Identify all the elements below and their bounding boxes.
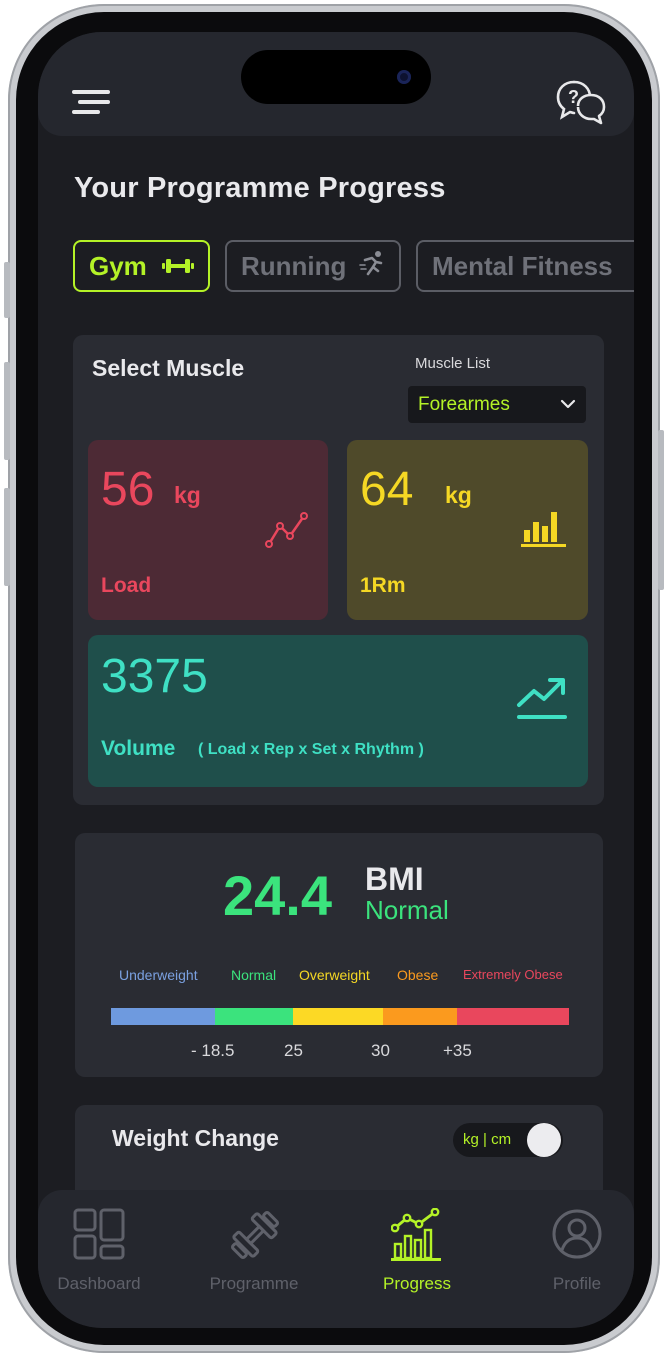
dynamic-island — [241, 50, 431, 104]
bmi-category-normal: Normal — [231, 967, 277, 983]
tab-gym[interactable]: Gym — [73, 240, 210, 292]
volume-formula: ( Load x Rep x Set x Rhythm ) — [198, 741, 424, 758]
unit-toggle[interactable]: kg | cm — [453, 1123, 563, 1157]
bmi-scale-tick: 25 — [284, 1041, 303, 1060]
bmi-status: Normal — [365, 895, 449, 925]
progress-chart-icon — [391, 1208, 441, 1261]
unit-toggle-label: kg | cm — [463, 1131, 512, 1148]
bmi-scale-tick: - 18.5 — [191, 1041, 235, 1060]
dashboard-grid-icon — [73, 1208, 125, 1260]
tab-label: Running — [241, 250, 347, 281]
user-profile-icon — [552, 1209, 602, 1259]
nav-item-dashboard[interactable]: Dashboard — [38, 1190, 169, 1310]
nav-label: Dashboard — [57, 1274, 141, 1293]
chat-help-icon[interactable]: ? — [556, 80, 606, 126]
nav-item-profile[interactable]: Profile — [507, 1190, 634, 1310]
hamburger-menu-icon[interactable] — [72, 90, 114, 118]
bmi-value: 24.4 — [223, 864, 332, 927]
tab-mental-fitness[interactable]: Mental Fitness — [416, 240, 634, 292]
muscle-list-label: Muscle List — [415, 355, 491, 372]
app-screen: ? Your Programme Progress Gym Running Me… — [38, 32, 634, 1328]
bmi-segment-overweight — [293, 1008, 383, 1025]
bmi-category-extremely-obese: Extremely Obese — [463, 967, 563, 982]
bottom-nav: Dashboard Programme Progress Profile — [38, 1190, 634, 1328]
phone-side-button — [4, 262, 10, 318]
nav-item-programme[interactable]: Programme — [184, 1190, 324, 1310]
nav-label: Programme — [209, 1274, 299, 1293]
section-title: Weight Change — [112, 1125, 279, 1151]
phone-side-button — [4, 488, 10, 586]
tab-label: Gym — [89, 250, 147, 281]
nav-item-progress[interactable]: Progress — [347, 1190, 487, 1310]
phone-side-button — [658, 430, 664, 590]
bmi-card: 24.4 BMI Normal Underweight Normal Overw… — [75, 833, 603, 1077]
toggle-knob[interactable] — [527, 1123, 561, 1157]
chevron-down-icon — [560, 396, 576, 414]
running-person-icon — [359, 250, 385, 283]
nav-label: Progress — [382, 1274, 452, 1293]
load-value: 56 — [101, 463, 155, 516]
page-title: Your Programme Progress — [74, 172, 446, 204]
bmi-category-obese: Obese — [397, 967, 439, 983]
camera-icon — [397, 70, 411, 84]
bmi-scale-tick: 30 — [371, 1041, 390, 1060]
dumbbell-icon — [230, 1210, 280, 1260]
bmi-segment-obese — [383, 1008, 457, 1025]
one-rep-max-unit: kg — [445, 482, 472, 508]
bmi-segment-normal — [215, 1008, 293, 1025]
top-bar: ? — [38, 32, 634, 136]
bmi-segment-extremely-obese — [457, 1008, 569, 1025]
bmi-category-overweight: Overweight — [299, 967, 370, 983]
phone-side-button — [4, 362, 10, 460]
muscle-select-value: Forearmes — [418, 393, 510, 415]
line-chart-icon — [265, 512, 308, 548]
load-label: Load — [101, 574, 152, 597]
bmi-label: BMI — [365, 861, 424, 897]
bmi-category-underweight: Underweight — [119, 967, 198, 983]
volume-value: 3375 — [101, 650, 208, 703]
one-rep-max-label: 1Rm — [360, 574, 406, 597]
trending-up-icon — [517, 678, 567, 719]
svg-text:?: ? — [568, 87, 579, 107]
section-title: Select Muscle — [92, 355, 245, 381]
bar-chart-icon — [521, 512, 566, 547]
bmi-segment-underweight — [111, 1008, 215, 1025]
tab-label: Mental Fitness — [432, 250, 613, 281]
muscle-select-dropdown[interactable]: Forearmes — [408, 386, 586, 423]
muscle-card: Select Muscle Muscle List Forearmes 56 k… — [73, 335, 604, 805]
volume-stat-card: 3375 Volume ( Load x Rep x Set x Rhythm … — [88, 635, 588, 787]
one-rep-max-value: 64 — [360, 463, 414, 516]
dumbbell-icon — [162, 251, 194, 282]
volume-label: Volume — [101, 737, 176, 760]
one-rep-max-stat-card: 64 kg 1Rm — [347, 440, 588, 620]
tab-running[interactable]: Running — [225, 240, 401, 292]
load-unit: kg — [174, 482, 201, 508]
load-stat-card: 56 kg Load — [88, 440, 328, 620]
bmi-scale-tick: +35 — [443, 1041, 472, 1060]
nav-label: Profile — [552, 1274, 602, 1293]
